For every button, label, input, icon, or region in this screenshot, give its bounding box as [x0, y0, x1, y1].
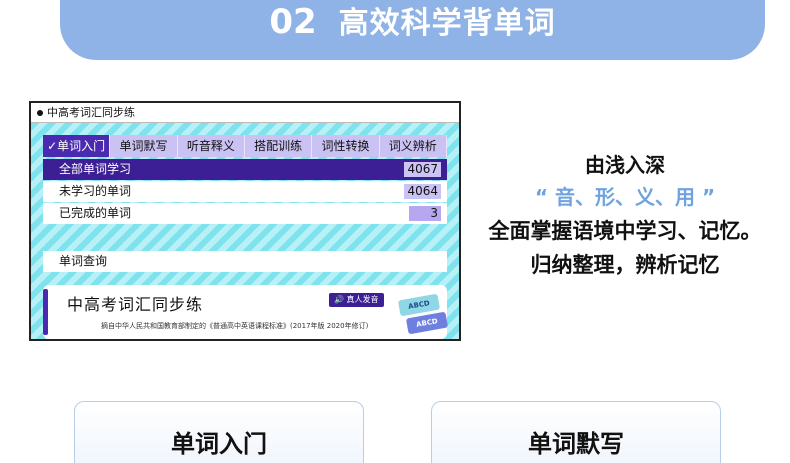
card-title: 中高考词汇同步练 [67, 295, 204, 314]
word-dictation-button[interactable]: 单词默写 [431, 401, 721, 463]
section-banner: 02 高效科学背单词 [60, 0, 765, 60]
word-lookup-button[interactable]: 单词查询 [43, 251, 447, 272]
card-accent-bar [43, 289, 48, 335]
list-item-label: 已完成的单词 [59, 206, 132, 220]
list-item-count: 4067 [404, 162, 441, 177]
tab-collocation[interactable]: 搭配训练 [245, 135, 313, 157]
abcd-tag-icon: ABCD [405, 311, 449, 335]
section-title: 高效科学背单词 [338, 6, 556, 41]
voice-button[interactable]: 🔊 真人发音 [329, 293, 384, 307]
window-title: 中高考词汇同步练 [47, 106, 135, 119]
list-item-completed[interactable]: 已完成的单词 3 [43, 203, 447, 224]
slogan: 由浅入深 “ 音、形、义、用 ” 全面掌握语境中学习、记忆。 归纳整理，辨析记忆 [470, 150, 780, 282]
slogan-line-3: 全面掌握语境中学习、记忆。 [488, 219, 762, 243]
window-dot-icon [37, 110, 43, 116]
slogan-line-4: 归纳整理，辨析记忆 [530, 253, 720, 277]
slogan-line-1: 由浅入深 [585, 153, 665, 177]
card-description: 摘自中华人民共和国教育部制定的《普通高中英语课程标准》(2017年版 2020年… [101, 322, 369, 330]
tab-bar: ✓单词入门 单词默写 听音释义 搭配训练 词性转换 词义辨析 [43, 135, 447, 157]
list-item-count: 3 [409, 206, 441, 221]
word-intro-button[interactable]: 单词入门 [74, 401, 364, 463]
app-content: ✓单词入门 单词默写 听音释义 搭配训练 词性转换 词义辨析 全部单词学习 40… [31, 123, 459, 339]
slogan-line-2: “ 音、形、义、用 ” [534, 185, 716, 209]
app-screenshot: 中高考词汇同步练 ✓单词入门 单词默写 听音释义 搭配训练 词性转换 词义辨析 … [29, 101, 461, 341]
tab-listening-meaning[interactable]: 听音释义 [178, 135, 245, 157]
list-item-unlearned[interactable]: 未学习的单词 4064 [43, 181, 447, 202]
tab-word-dictation[interactable]: 单词默写 [110, 135, 178, 157]
word-list: 全部单词学习 4067 未学习的单词 4064 已完成的单词 3 [43, 159, 447, 225]
tab-word-intro[interactable]: ✓单词入门 [43, 135, 111, 157]
list-item-count: 4064 [404, 184, 441, 199]
tab-part-of-speech[interactable]: 词性转换 [312, 135, 380, 157]
section-number: 02 [269, 2, 317, 42]
window-title-bar: 中高考词汇同步练 [31, 103, 459, 123]
list-item-all-words[interactable]: 全部单词学习 4067 [43, 159, 447, 180]
list-item-label: 未学习的单词 [59, 184, 132, 198]
app-info-card: 中高考词汇同步练 🔊 真人发音 摘自中华人民共和国教育部制定的《普通高中英语课程… [43, 285, 449, 339]
list-item-label: 全部单词学习 [59, 162, 132, 176]
tab-meaning-discrimination[interactable]: 词义辨析 [380, 135, 447, 157]
